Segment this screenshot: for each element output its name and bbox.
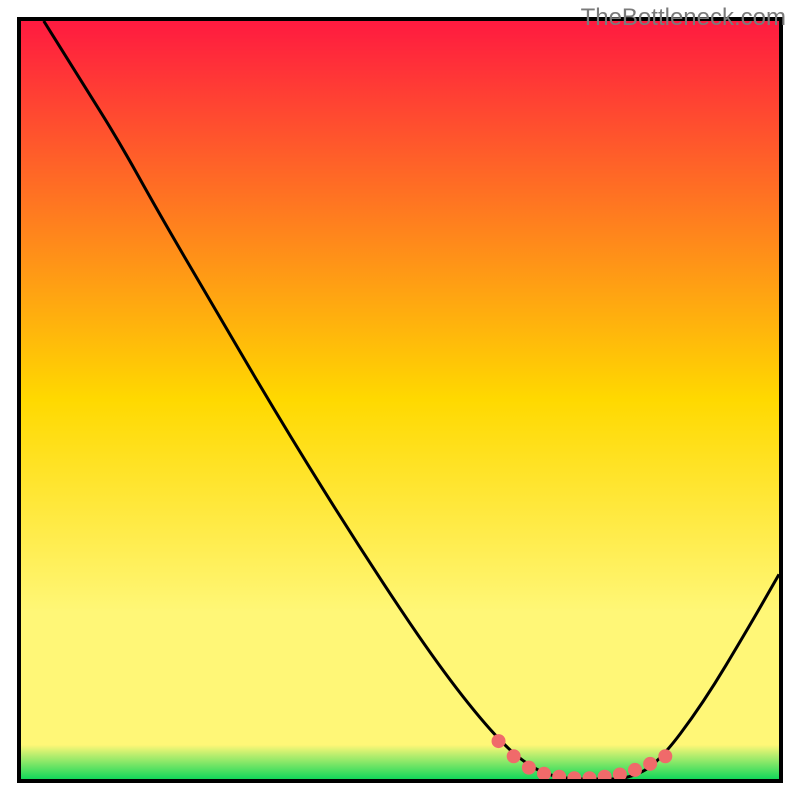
highlight-dot <box>613 767 627 779</box>
highlight-dot <box>522 761 536 775</box>
curve-line <box>44 21 779 779</box>
highlight-dot <box>537 767 551 779</box>
highlight-dot <box>552 770 566 779</box>
highlight-dot <box>643 757 657 771</box>
highlight-markers <box>492 734 673 779</box>
highlight-dot <box>628 763 642 777</box>
highlight-dot <box>583 771 597 779</box>
highlight-dot <box>567 771 581 779</box>
watermark-label: TheBottleneck.com <box>581 4 786 32</box>
highlight-dot <box>507 749 521 763</box>
highlight-dot <box>492 734 506 748</box>
highlight-dot <box>658 749 672 763</box>
plot-area <box>17 17 783 783</box>
highlight-dot <box>598 770 612 779</box>
chart-foreground <box>21 21 779 779</box>
chart-container: TheBottleneck.com <box>0 0 800 800</box>
